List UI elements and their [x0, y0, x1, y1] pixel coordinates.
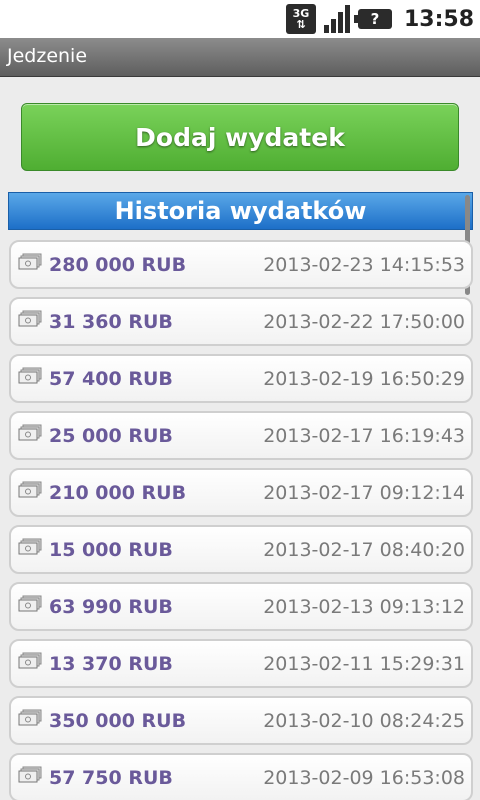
expense-date: 2013-02-11 15:29:31: [263, 653, 465, 675]
list-item[interactable]: 280 000 RUB 2013-02-23 14:15:53: [9, 240, 473, 289]
expense-date: 2013-02-22 17:50:00: [263, 311, 465, 333]
money-bill-icon: [18, 652, 42, 670]
app-title: Jedzenie: [7, 45, 88, 67]
network-3g-icon: 3G ⇅: [285, 4, 316, 34]
expense-amount: 15 000 RUB: [49, 539, 173, 561]
expense-amount: 350 000 RUB: [49, 710, 187, 732]
expense-date: 2013-02-13 09:13:12: [263, 596, 465, 618]
signal-strength-icon: [322, 4, 352, 34]
money-bill-icon: [18, 481, 42, 499]
money-bill-icon: [18, 310, 42, 328]
list-item[interactable]: 57 400 RUB 2013-02-19 16:50:29: [9, 354, 473, 403]
list-item[interactable]: 25 000 RUB 2013-02-17 16:19:43: [9, 411, 473, 460]
expense-amount: 25 000 RUB: [49, 425, 173, 447]
money-bill-icon: [18, 595, 42, 613]
status-bar: 3G ⇅ ? 13:58: [0, 0, 480, 38]
status-icons: 3G ⇅ ? 13:58: [285, 3, 474, 35]
expense-amount: 280 000 RUB: [49, 254, 187, 276]
add-expense-button[interactable]: Dodaj wydatek: [21, 103, 459, 171]
expense-date: 2013-02-10 08:24:25: [263, 710, 465, 732]
expense-date: 2013-02-17 08:40:20: [263, 539, 465, 561]
expense-date: 2013-02-23 14:15:53: [263, 254, 465, 276]
money-bill-icon: [18, 538, 42, 556]
money-bill-icon: [18, 424, 42, 442]
status-time: 13:58: [403, 6, 474, 32]
expense-date: 2013-02-19 16:50:29: [263, 368, 465, 390]
expense-amount: 63 990 RUB: [49, 596, 173, 618]
list-item[interactable]: 57 750 RUB 2013-02-09 16:53:08: [9, 753, 473, 800]
expense-amount: 57 750 RUB: [49, 767, 173, 789]
expense-list[interactable]: 280 000 RUB 2013-02-23 14:15:53 31 360 RUB…: [0, 238, 480, 800]
list-item[interactable]: 350 000 RUB 2013-02-10 08:24:25: [9, 696, 473, 745]
expense-date: 2013-02-17 09:12:14: [263, 482, 465, 504]
list-item[interactable]: 63 990 RUB 2013-02-13 09:13:12: [9, 582, 473, 631]
money-bill-icon: [18, 766, 42, 784]
list-item[interactable]: 15 000 RUB 2013-02-17 08:40:20: [9, 525, 473, 574]
expense-amount: 57 400 RUB: [49, 368, 173, 390]
expense-amount: 210 000 RUB: [49, 482, 187, 504]
expense-date: 2013-02-17 16:19:43: [263, 425, 465, 447]
history-header: Historia wydatków: [8, 192, 473, 230]
battery-label: ?: [370, 10, 380, 28]
money-bill-icon: [18, 253, 42, 271]
battery-icon: ?: [353, 9, 392, 29]
expense-amount: 31 360 RUB: [49, 311, 173, 333]
expense-date: 2013-02-09 16:53:08: [263, 767, 465, 789]
title-bar: Jedzenie: [0, 38, 480, 77]
list-item[interactable]: 210 000 RUB 2013-02-17 09:12:14: [9, 468, 473, 517]
money-bill-icon: [18, 367, 42, 385]
list-item[interactable]: 13 370 RUB 2013-02-11 15:29:31: [9, 639, 473, 688]
list-item[interactable]: 31 360 RUB 2013-02-22 17:50:00: [9, 297, 473, 346]
money-bill-icon: [18, 709, 42, 727]
data-arrows-icon: ⇅: [296, 18, 306, 31]
expense-amount: 13 370 RUB: [49, 653, 173, 675]
